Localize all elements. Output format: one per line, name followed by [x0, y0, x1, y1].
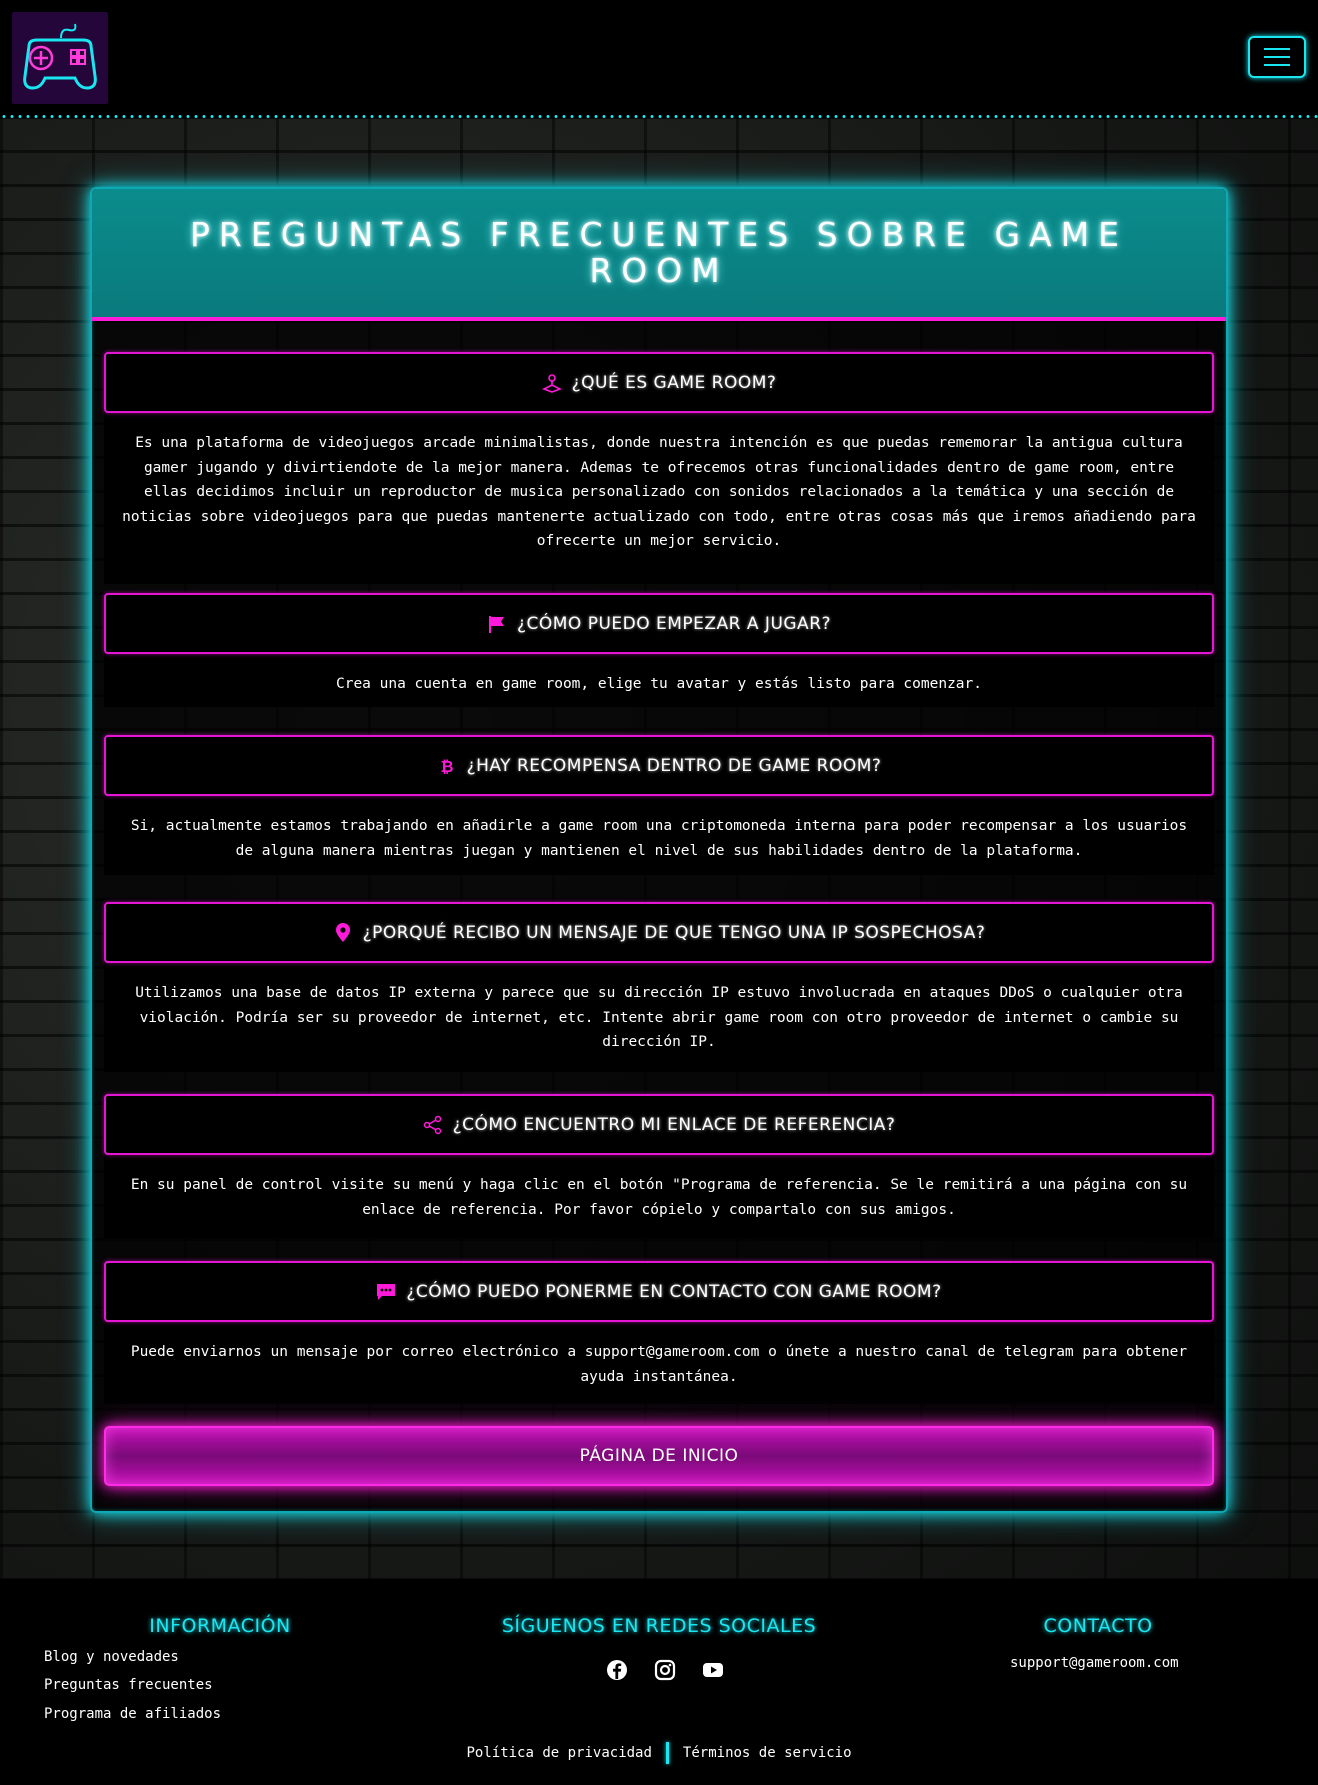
gamepad-icon[interactable] [12, 12, 108, 104]
svg-text:₿: ₿ [440, 757, 453, 776]
footer-link-affiliates[interactable]: Programa de afiliados [44, 1706, 221, 1722]
faq-item: ₿ ¿HAY RECOMPENSA DENTRO DE GAME ROOM? S… [104, 735, 1214, 875]
card-header: PREGUNTAS FRECUENTES SOBRE GAME ROOM [92, 189, 1226, 321]
legal-links: Política de privacidad Términos de servi… [0, 1742, 1318, 1764]
navbar [0, 0, 1318, 118]
faq-question-button[interactable]: ¿CÓMO PUEDO EMPEZAR A JUGAR? [104, 593, 1214, 654]
faq-answer: Si, actualmente estamos trabajando en añ… [130, 818, 1188, 859]
footer-link-blog[interactable]: Blog y novedades [44, 1649, 179, 1665]
divider [665, 1742, 669, 1764]
bitcoin-icon: ₿ [437, 756, 457, 776]
faq-answer: Puede enviarnos un mensaje por correo el… [130, 1344, 1188, 1385]
home-page-button[interactable]: PÁGINA DE INICIO [104, 1426, 1214, 1486]
terms-of-service-link[interactable]: Términos de servicio [683, 1745, 852, 1761]
faq-item: ¿CÓMO PUEDO EMPEZAR A JUGAR? Crea una cu… [104, 593, 1214, 707]
facebook-icon[interactable] [605, 1658, 629, 1682]
share-icon [423, 1115, 443, 1135]
faq-answer: Crea una cuenta en game room, elige tu a… [335, 676, 982, 692]
faq-answer: En su panel de control visite su menú y … [130, 1177, 1188, 1218]
page-title: PREGUNTAS FRECUENTES SOBRE GAME ROOM [190, 215, 1128, 290]
faq-question-button[interactable]: ¿CÓMO ENCUENTRO MI ENLACE DE REFERENCIA? [104, 1094, 1214, 1155]
faq-answer: Es una plataforma de videojuegos arcade … [122, 435, 1196, 549]
youtube-icon[interactable] [701, 1658, 725, 1682]
footer-social-heading: SÍGUENOS EN REDES SOCIALES [501, 1615, 817, 1637]
contact-email-link[interactable]: support@gameroom.com [1010, 1655, 1179, 1671]
chat-icon [376, 1282, 396, 1302]
footer-info-heading: INFORMACIÓN [149, 1615, 291, 1637]
faq-question-button[interactable]: ¿PORQUÉ RECIBO UN MENSAJE DE QUE TENGO U… [104, 902, 1214, 963]
faq-question-button[interactable]: ₿ ¿HAY RECOMPENSA DENTRO DE GAME ROOM? [104, 735, 1214, 796]
faq-question-button[interactable]: ¿CÓMO PUEDO PONERME EN CONTACTO CON GAME… [104, 1261, 1214, 1322]
location-pin-icon [333, 922, 353, 943]
hamburger-icon[interactable] [1248, 36, 1306, 78]
privacy-policy-link[interactable]: Política de privacidad [466, 1745, 651, 1761]
faq-item: ¿PORQUÉ RECIBO UN MENSAJE DE QUE TENGO U… [104, 902, 1214, 1072]
faq-item: ¿CÓMO PUEDO PONERME EN CONTACTO CON GAME… [104, 1261, 1214, 1404]
faq-item: ¿QUÉ ES GAME ROOM? Es una plataforma de … [104, 352, 1214, 584]
footer: INFORMACIÓN Blog y novedades Preguntas f… [0, 1579, 1318, 1785]
footer-link-faq[interactable]: Preguntas frecuentes [44, 1677, 213, 1693]
faq-answer: Utilizamos una base de datos IP externa … [135, 985, 1183, 1050]
flag-icon [487, 614, 507, 634]
joystick-icon [541, 373, 562, 393]
faq-card: PREGUNTAS FRECUENTES SOBRE GAME ROOM ¿QU… [90, 187, 1228, 1513]
faq-question-button[interactable]: ¿QUÉ ES GAME ROOM? [104, 352, 1214, 413]
footer-contact-heading: CONTACTO [1043, 1615, 1153, 1637]
faq-item: ¿CÓMO ENCUENTRO MI ENLACE DE REFERENCIA?… [104, 1094, 1214, 1238]
instagram-icon[interactable] [653, 1658, 677, 1682]
